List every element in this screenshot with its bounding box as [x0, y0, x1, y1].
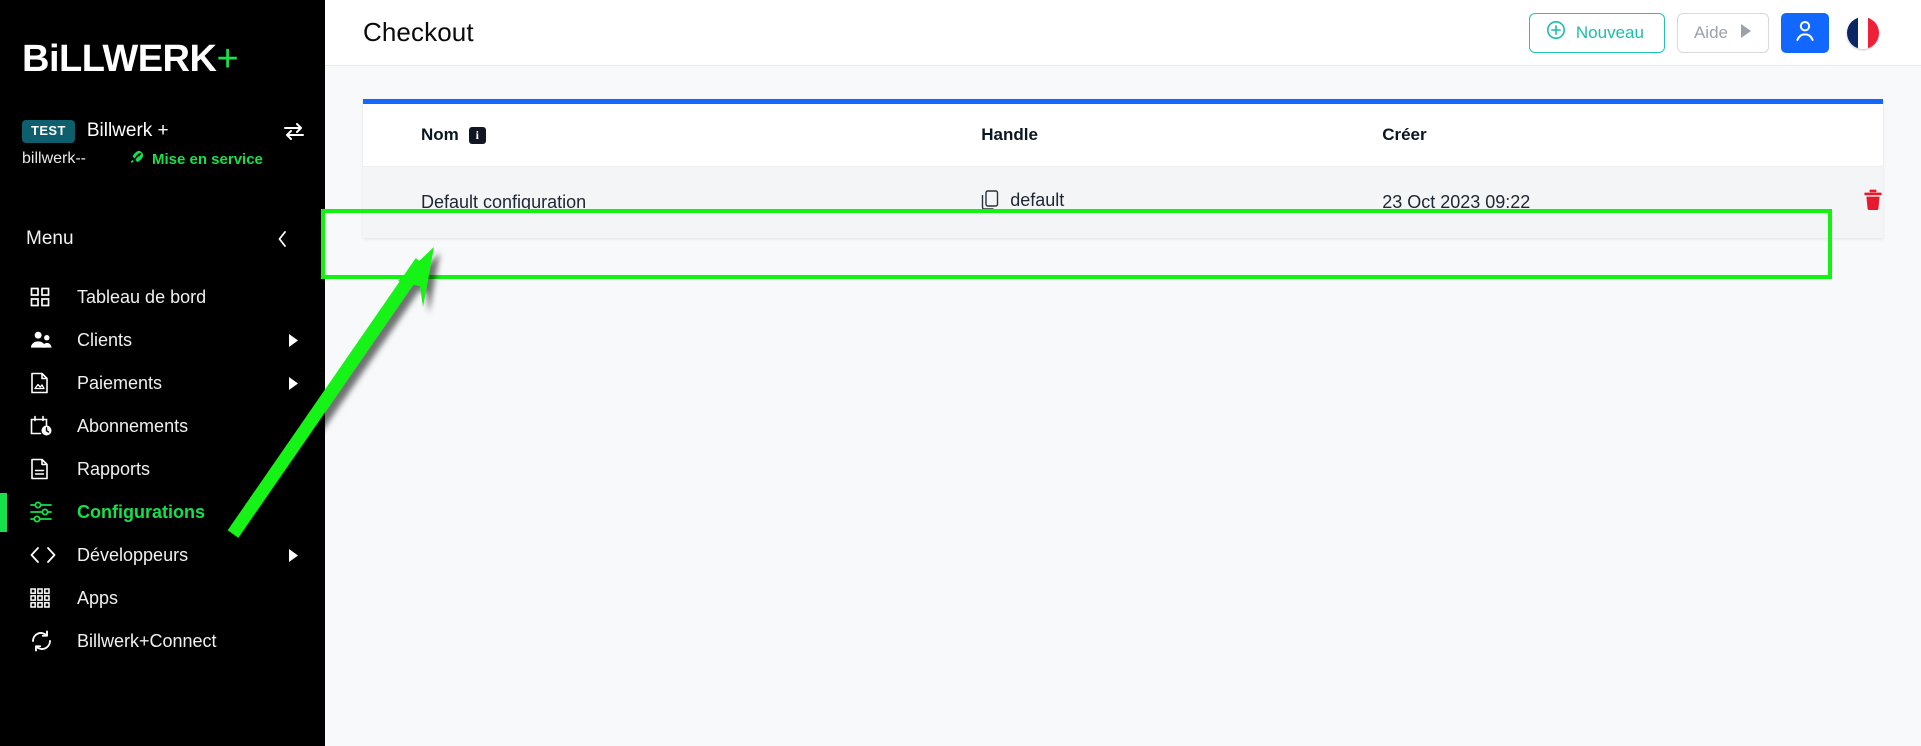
play-triangle-icon [1740, 23, 1752, 43]
sidebar-item-label: Clients [77, 329, 133, 350]
sidebar-item-label: Billwerk+Connect [77, 630, 217, 651]
info-square-icon[interactable]: i [468, 126, 486, 144]
app-root: BiLLWERK+ TEST Billwerk + billwerk-- Mis… [0, 0, 1921, 746]
checkout-table-card: Nom i Handle Créer Default configuration [363, 99, 1883, 238]
calendar-clock-icon [30, 415, 56, 437]
apps-grid-icon [30, 588, 56, 609]
sidebar-item-apps[interactable]: Apps [0, 577, 325, 620]
sidebar-item-label: Paiements [77, 372, 163, 393]
sliders-icon [30, 501, 56, 523]
cell-nom: Default configuration [363, 166, 982, 238]
column-header-handle: Handle [981, 104, 1383, 167]
copy-icon[interactable] [981, 190, 999, 210]
tenant-handle: billwerk-- [22, 150, 86, 168]
checkout-table: Nom i Handle Créer Default configuration [363, 104, 1883, 238]
cell-actions [1780, 166, 1883, 238]
sidebar-item-developpeurs[interactable]: Développeurs [0, 534, 325, 577]
sidebar: BiLLWERK+ TEST Billwerk + billwerk-- Mis… [0, 0, 325, 746]
chevron-right-icon[interactable] [288, 333, 299, 347]
help-button[interactable]: Aide [1676, 12, 1769, 53]
column-header-creer: Créer [1382, 104, 1780, 167]
switch-arrows-icon[interactable] [283, 122, 305, 141]
sidebar-item-label: Abonnements [77, 415, 189, 436]
sidebar-item-label: Tableau de bord [77, 286, 207, 307]
trash-icon [1863, 189, 1883, 214]
sidebar-item-rapports[interactable]: Rapports [0, 448, 325, 491]
account-button[interactable] [1781, 12, 1829, 53]
tenant-name: Billwerk + [86, 120, 169, 142]
main-area: Checkout Nouveau Aide Nom i Handle Créer… [321, 0, 1921, 746]
tenant-switcher[interactable]: TEST Billwerk + billwerk-- Mise en servi… [0, 120, 325, 170]
table-head: Nom i Handle Créer [363, 104, 1883, 167]
cell-creer: 23 Oct 2023 09:22 [1382, 166, 1780, 238]
top-bar-actions: Nouveau Aide [1528, 12, 1879, 53]
environment-badge: TEST [22, 120, 75, 143]
document-lines-icon [30, 458, 56, 480]
new-button[interactable]: Nouveau [1528, 12, 1665, 53]
sidebar-item-paiements[interactable]: Paiements [0, 362, 325, 405]
table-body: Default configuration default 23 Oct 202… [363, 166, 1883, 238]
code-brackets-icon [30, 546, 56, 564]
sidebar-item-configurations[interactable]: Configurations [0, 491, 325, 534]
sidebar-item-label: Apps [77, 587, 119, 608]
sidebar-item-label: Configurations [77, 501, 205, 522]
plus-circle-icon [1546, 20, 1566, 45]
sidebar-item-billwerk-connect[interactable]: Billwerk+Connect [0, 620, 325, 663]
content-area: Nom i Handle Créer Default configuration [321, 66, 1921, 746]
column-header-nom: Nom i [363, 104, 982, 167]
table-header-row: Nom i Handle Créer [363, 104, 1883, 167]
sync-refresh-icon [30, 630, 56, 652]
status-badge: Mise en service [128, 149, 263, 170]
menu-header: Menu [0, 216, 325, 262]
user-person-icon [1795, 20, 1815, 45]
sidebar-item-label: Développeurs [77, 544, 189, 565]
sidebar-nav: Tableau de bord Clients Paiements Abonne… [0, 276, 325, 663]
sidebar-item-label: Rapports [77, 458, 151, 479]
sidebar-item-abonnements[interactable]: Abonnements [0, 405, 325, 448]
table-row[interactable]: Default configuration default 23 Oct 202… [363, 166, 1883, 238]
column-header-nom-label: Nom [421, 125, 459, 144]
column-header-actions [1780, 104, 1883, 167]
menu-label: Menu [26, 227, 74, 249]
help-button-label: Aide [1693, 22, 1728, 42]
logo-text: BiLLWERK [22, 38, 217, 80]
chevron-right-icon[interactable] [288, 548, 299, 562]
users-icon [30, 330, 56, 350]
page-title: Checkout [363, 17, 474, 47]
chevron-left-icon[interactable] [276, 229, 289, 249]
flag-france-icon[interactable] [1847, 16, 1879, 49]
chevron-right-icon[interactable] [288, 376, 299, 390]
sidebar-item-clients[interactable]: Clients [0, 319, 325, 362]
rocket-icon [128, 149, 145, 170]
delete-row-button[interactable] [1863, 189, 1883, 214]
cell-handle: default [981, 166, 1383, 238]
new-button-label: Nouveau [1575, 22, 1644, 42]
invoice-icon [30, 372, 56, 394]
brand-logo[interactable]: BiLLWERK+ [0, 0, 325, 104]
dashboard-grid-icon [30, 287, 56, 307]
top-bar: Checkout Nouveau Aide [325, 0, 1921, 66]
logo-plus: + [216, 38, 239, 80]
sidebar-item-tableau-de-bord[interactable]: Tableau de bord [0, 276, 325, 319]
cell-handle-text: default [1010, 189, 1065, 210]
status-label: Mise en service [152, 150, 263, 168]
